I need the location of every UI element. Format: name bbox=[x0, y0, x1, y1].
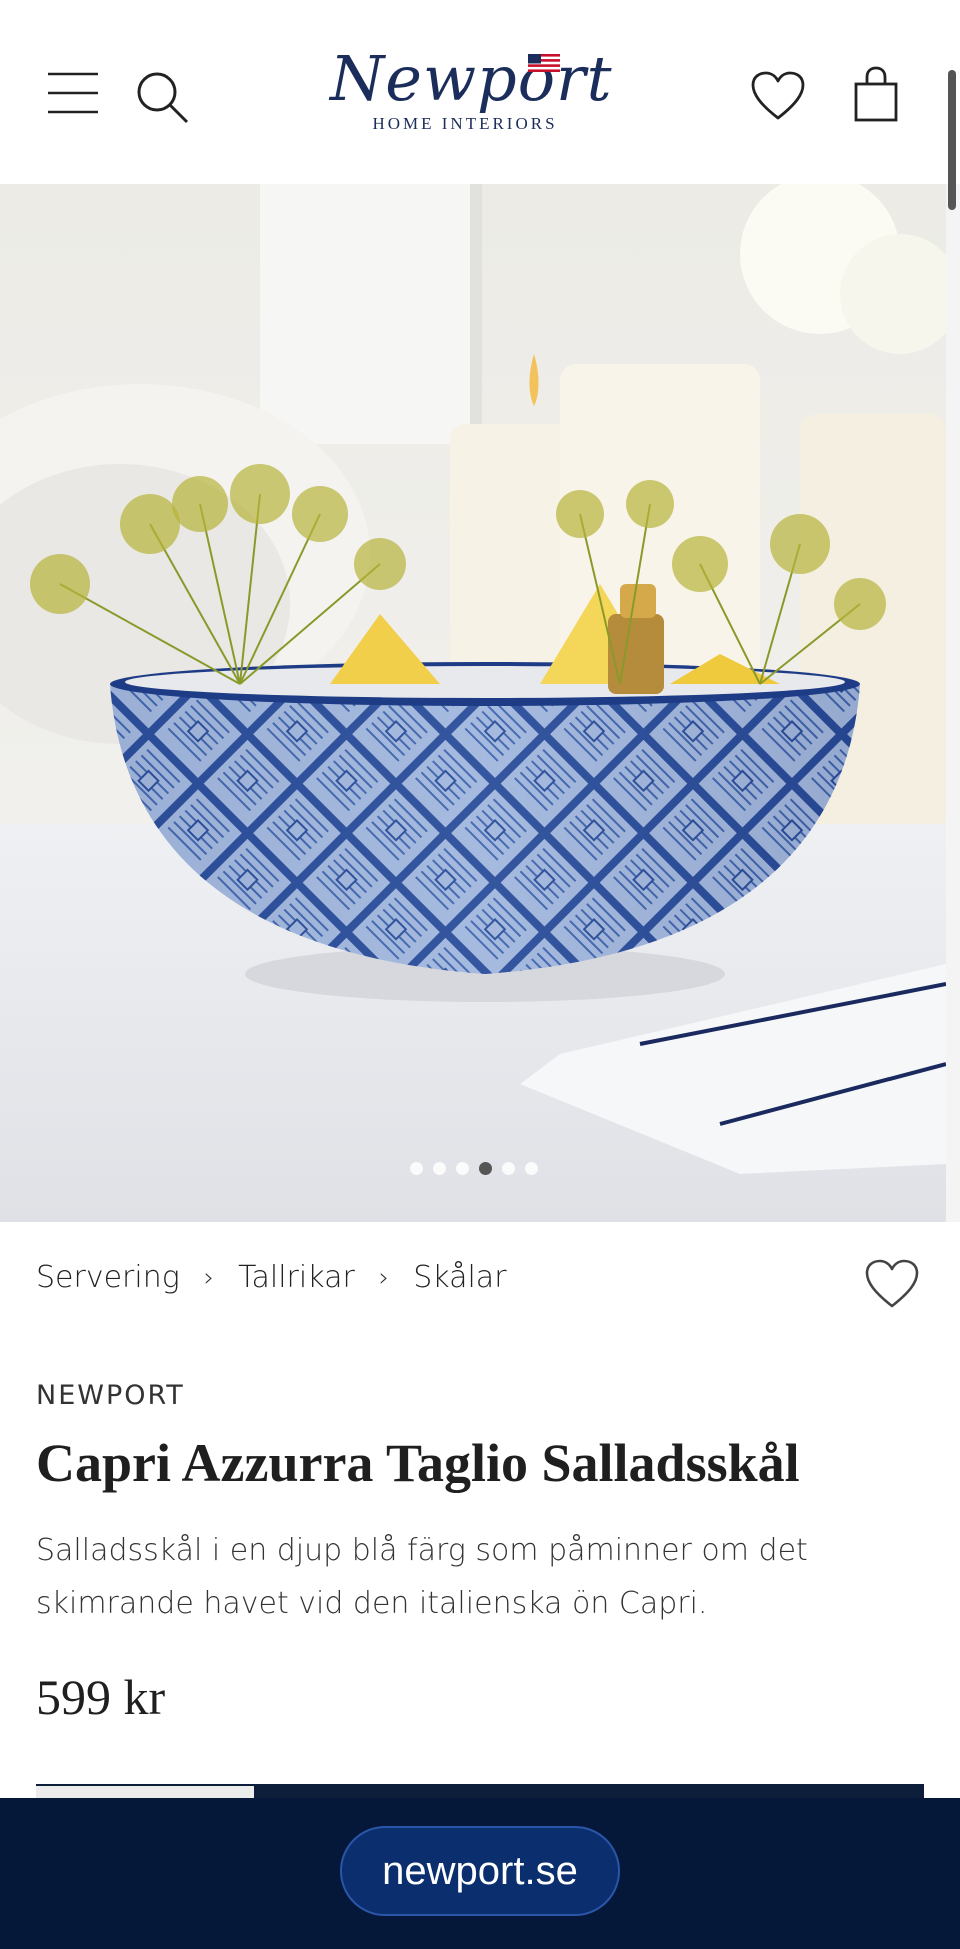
breadcrumb: Servering › Tallrikar › Skålar bbox=[36, 1260, 507, 1295]
url-address-pill[interactable]: newport.se bbox=[340, 1826, 620, 1916]
breadcrumb-separator: › bbox=[203, 1262, 215, 1293]
breadcrumb-item-skalar[interactable]: Skålar bbox=[413, 1260, 506, 1295]
menu-icon[interactable] bbox=[46, 70, 100, 116]
product-price: 599 kr bbox=[36, 1669, 166, 1725]
us-flag-icon bbox=[528, 54, 560, 72]
breadcrumb-separator: › bbox=[378, 1262, 390, 1293]
gallery-pagination bbox=[410, 1162, 538, 1176]
shopping-bag-icon[interactable] bbox=[852, 66, 900, 122]
gallery-dot[interactable] bbox=[479, 1162, 492, 1175]
site-logo[interactable]: Newport HOME INTERIORS bbox=[330, 44, 612, 144]
product-title: Capri Azzurra Taglio Salladsskål bbox=[36, 1433, 800, 1493]
scrollbar-thumb[interactable] bbox=[948, 70, 956, 210]
add-to-wishlist-heart-icon[interactable] bbox=[864, 1258, 920, 1310]
product-image-gallery[interactable] bbox=[0, 184, 946, 1222]
breadcrumb-item-servering[interactable]: Servering bbox=[36, 1260, 180, 1295]
product-photo bbox=[0, 184, 946, 1222]
logo-subtitle: HOME INTERIORS bbox=[372, 114, 558, 133]
product-description: Salladsskål i en djup blå färg som påmin… bbox=[36, 1533, 808, 1621]
gallery-dot[interactable] bbox=[456, 1162, 469, 1175]
search-icon[interactable] bbox=[135, 70, 189, 124]
scrollbar-track[interactable] bbox=[946, 184, 960, 1222]
gallery-dot[interactable] bbox=[410, 1162, 423, 1175]
gallery-dot[interactable] bbox=[502, 1162, 515, 1175]
gallery-dot[interactable] bbox=[433, 1162, 446, 1175]
site-header: Newport HOME INTERIORS bbox=[0, 0, 960, 184]
gallery-dot[interactable] bbox=[525, 1162, 538, 1175]
quantity-selector[interactable] bbox=[36, 1786, 254, 1798]
product-brand[interactable]: NEWPORT bbox=[36, 1380, 185, 1411]
wishlist-heart-icon[interactable] bbox=[750, 70, 806, 122]
breadcrumb-item-tallrikar[interactable]: Tallrikar bbox=[238, 1260, 355, 1295]
